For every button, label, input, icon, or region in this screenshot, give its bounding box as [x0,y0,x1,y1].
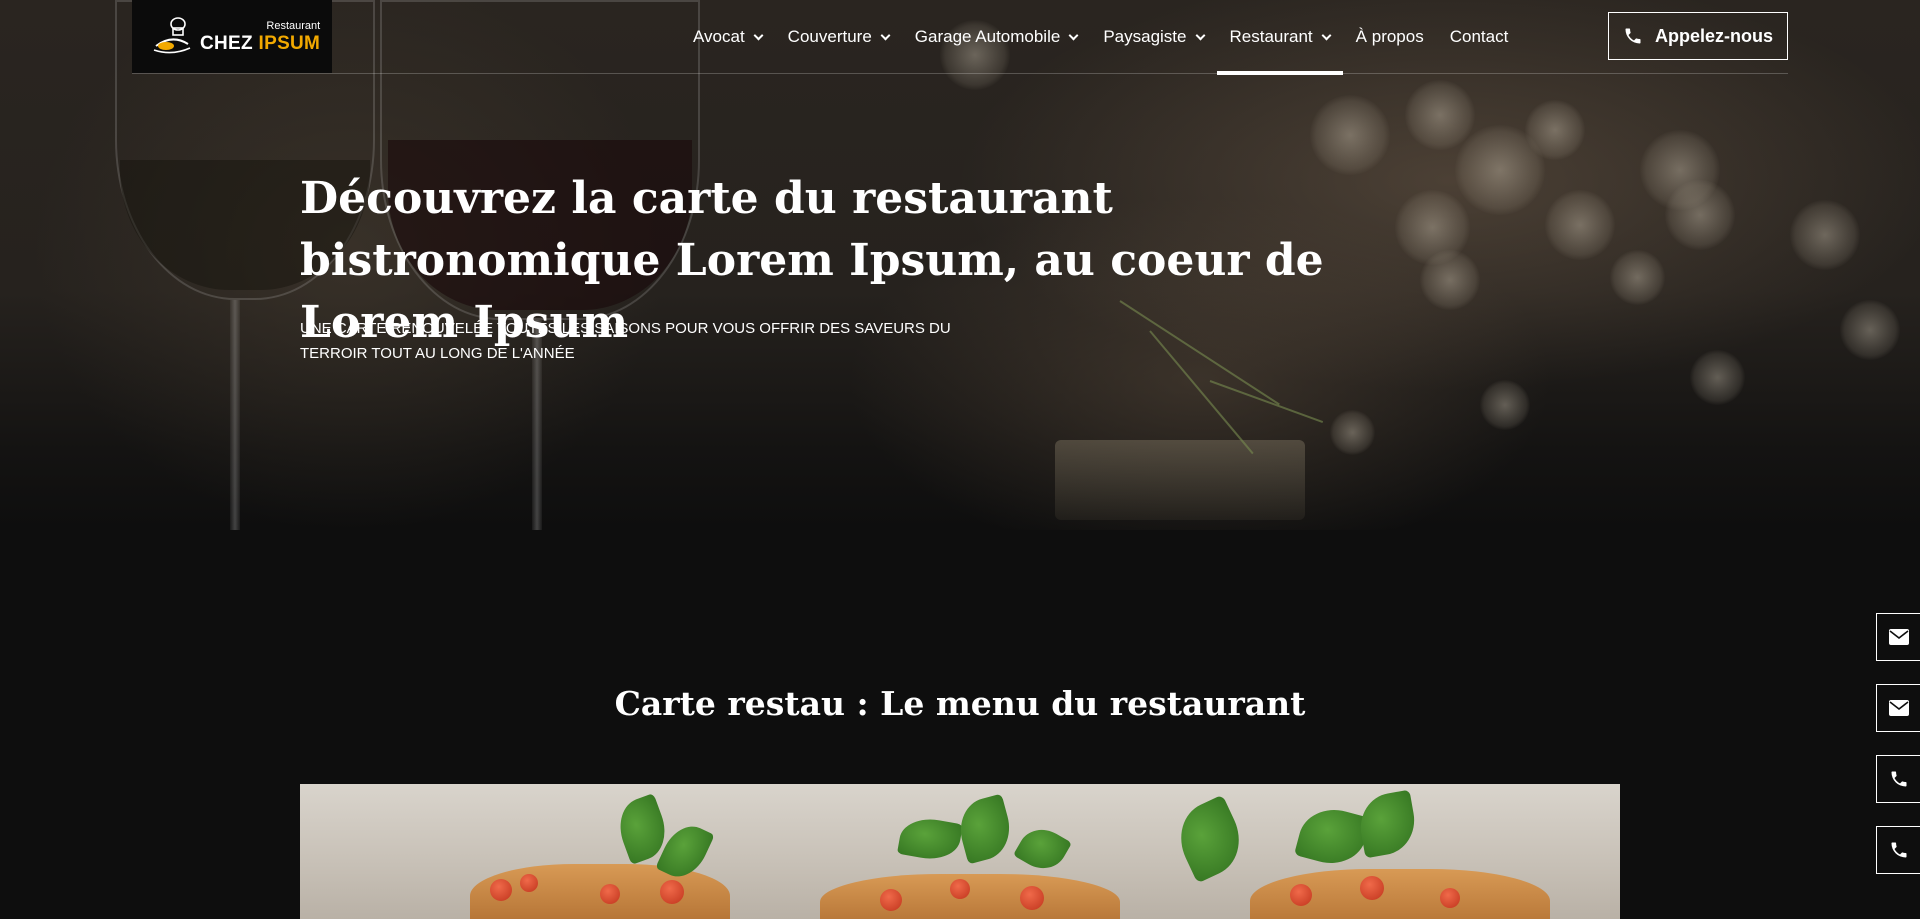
menu-section-title: Carte restau : Le menu du restaurant [614,684,1306,723]
menu-item-avocat[interactable]: Avocat [680,0,775,74]
chevron-down-icon [880,30,891,40]
phone-icon [1891,842,1906,858]
menu-item-contact[interactable]: Contact [1437,0,1522,74]
side-email-button[interactable] [1876,684,1920,732]
menu-item-restaurant[interactable]: Restaurant [1216,0,1343,75]
chevron-down-icon [1195,30,1205,40]
envelope-icon [1888,700,1909,716]
side-phone-button[interactable] [1876,826,1920,874]
side-phone-button[interactable] [1876,755,1920,803]
menu-item-a-propos[interactable]: À propos [1343,0,1437,74]
brand-tagline: Restaurant [266,19,321,32]
call-us-button[interactable]: Appelez-nous [1608,12,1788,60]
food-image [300,784,1620,919]
menu-item-paysagiste[interactable]: Paysagiste [1090,0,1216,74]
call-us-label: Appelez-nous [1654,25,1773,46]
chef-hat-icon [152,16,194,58]
menu-item-couverture[interactable]: Couverture [775,0,902,74]
brand-name: CHEZ IPSUM [200,32,321,54]
phone-icon [1891,771,1906,787]
brand-logo[interactable]: Restaurant CHEZ IPSUM [132,0,332,73]
side-email-button[interactable] [1876,613,1920,661]
menu-item-garage-automobile[interactable]: Garage Automobile [902,0,1091,74]
chevron-down-icon [753,30,764,40]
main-menu: Avocat Couverture Garage Automobile Pays… [680,0,1522,75]
dish-plate [1055,440,1305,520]
chevron-down-icon [1068,30,1079,40]
hero-subtitle: Une carte renouvelée toutes les saisons … [300,320,951,362]
top-navigation: Restaurant CHEZ IPSUM Avocat Couverture … [132,0,1788,75]
chevron-down-icon [1321,30,1332,40]
envelope-icon [1888,629,1909,645]
phone-icon [1625,28,1641,44]
